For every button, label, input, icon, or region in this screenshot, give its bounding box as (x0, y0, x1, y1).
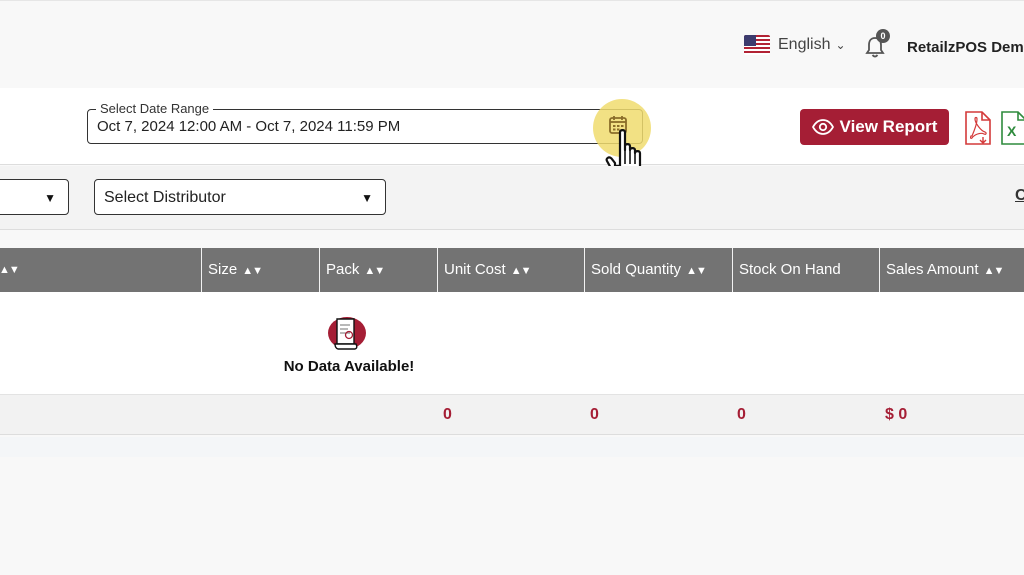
notification-button[interactable]: 0 (864, 29, 890, 59)
total-sales-amount: $ 0 (885, 406, 908, 423)
sort-icon: ▲▼ (0, 264, 20, 276)
report-table: ▲▼ Size ▲▼ Pack ▲▼ Unit Cost ▲▼ Sold Quanti… (0, 248, 1024, 435)
empty-state: No Data Available! (270, 314, 428, 375)
view-report-label: View Report (839, 117, 938, 136)
filter-row: ▼ Select Distributor ▼ (0, 166, 1024, 230)
sort-icon: ▲▼ (686, 265, 707, 277)
chevron-down-icon: ⌄ (835, 38, 846, 52)
excel-export-icon[interactable]: X (999, 111, 1024, 145)
column-header-name[interactable]: ▲▼ (0, 248, 201, 292)
no-data-icon (328, 317, 366, 350)
total-stock-on-hand: 0 (737, 406, 746, 423)
total-sold-quantity: 0 (590, 406, 599, 423)
us-flag-icon (744, 35, 770, 55)
svg-text:X: X (1007, 123, 1017, 139)
column-header-stock-on-hand[interactable]: Stock On Hand (732, 248, 879, 292)
sort-icon: ▲▼ (510, 265, 532, 277)
sort-icon: ▲▼ (983, 265, 1005, 277)
distributor-select[interactable]: Select Distributor ▼ (94, 179, 386, 215)
clear-filters-link[interactable]: C (1015, 187, 1024, 205)
sort-icon: ▲▼ (242, 265, 263, 277)
sort-icon: ▲▼ (364, 265, 385, 277)
column-header-pack[interactable]: Pack ▲▼ (319, 248, 437, 292)
dropdown-arrow-icon: ▼ (44, 191, 56, 205)
column-header-sold-quantity[interactable]: Sold Quantity ▲▼ (584, 248, 732, 292)
date-range-input[interactable]: Select Date Range Oct 7, 2024 12:00 AM -… (87, 101, 643, 144)
pagination-strip (0, 437, 1024, 457)
column-header-unit-cost[interactable]: Unit Cost ▲▼ (437, 248, 584, 292)
category-select[interactable]: ▼ (0, 179, 69, 215)
language-label: English (778, 36, 831, 53)
pdf-export-icon[interactable] (963, 111, 993, 145)
table-header: ▲▼ Size ▲▼ Pack ▲▼ Unit Cost ▲▼ Sold Quanti… (0, 248, 1024, 292)
language-selector[interactable]: English ⌄ (744, 35, 846, 55)
filter-panel: Select Date Range Oct 7, 2024 12:00 AM -… (0, 88, 1024, 183)
user-menu[interactable]: RetailzPOS Dem (907, 39, 1024, 56)
column-header-sales-amount[interactable]: Sales Amount ▲▼ (879, 248, 1024, 292)
notification-badge: 0 (876, 29, 890, 43)
top-bar: English ⌄ 0 RetailzPOS Dem (0, 0, 1024, 88)
column-header-size[interactable]: Size ▲▼ (201, 248, 319, 292)
distributor-select-label: Select Distributor (104, 189, 226, 206)
table-totals-row: 0 0 0 $ 0 (0, 394, 1024, 434)
empty-state-message: No Data Available! (283, 358, 415, 375)
eye-icon (811, 119, 834, 135)
dropdown-arrow-icon: ▼ (361, 191, 373, 205)
date-range-label: Select Date Range (96, 101, 214, 116)
view-report-button[interactable]: View Report (800, 109, 949, 145)
total-unit-cost: 0 (443, 406, 452, 423)
date-range-value: Oct 7, 2024 12:00 AM - Oct 7, 2024 11:59… (97, 118, 401, 135)
